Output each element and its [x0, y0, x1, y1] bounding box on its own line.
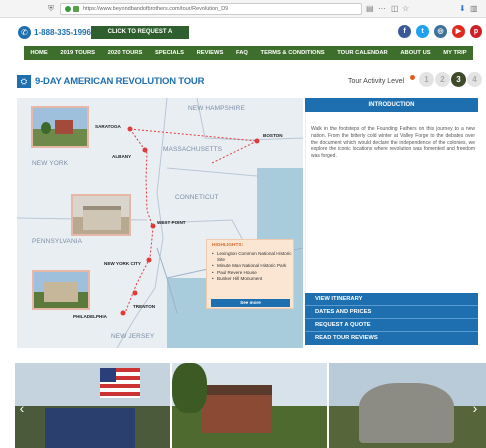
tour-route-map[interactable]: NEW HAMPSHIRE MASSACHUSETTS NEW YORK CON… — [17, 98, 303, 348]
info-icon[interactable] — [65, 6, 71, 12]
state-new-york: NEW YORK — [32, 160, 69, 167]
activity-level-label: Tour Activity Level — [348, 78, 405, 85]
highlights-box: HIGHLIGHTS: Lexington Common National Hi… — [206, 239, 294, 309]
gallery-prev-arrow-icon[interactable]: ‹ — [17, 398, 27, 418]
marker-west-point — [150, 223, 156, 229]
see-more-button[interactable]: See more — [211, 299, 290, 307]
nav-my-trip[interactable]: MY TRIP — [443, 46, 466, 60]
photo-philadelphia[interactable] — [32, 270, 90, 310]
marker-trenton — [132, 290, 138, 296]
request-quote-button[interactable]: REQUEST A QUOTE — [305, 319, 478, 332]
photo-pennsylvania[interactable] — [71, 194, 131, 236]
city-philadelphia: PHILADELPHIA — [73, 314, 107, 319]
bookmark-star-icon[interactable]: ☆ — [402, 3, 409, 15]
gallery-photo-reenactors[interactable] — [15, 363, 170, 448]
gallery-photo-farmhouse[interactable] — [172, 363, 327, 448]
nav-about-us[interactable]: ABOUT US — [400, 46, 430, 60]
nav-specials[interactable]: SPECIALS — [155, 46, 184, 60]
page-title: 9-DAY AMERICAN REVOLUTION TOUR — [35, 76, 205, 87]
activity-level-2: 2 — [435, 72, 450, 87]
highlight-item: Lexington Common National Historic Site — [212, 251, 292, 263]
nav-reviews[interactable]: REVIEWS — [197, 46, 224, 60]
marker-saratoga — [127, 126, 133, 132]
dates-and-prices-button[interactable]: DATES AND PRICES — [305, 306, 478, 319]
url-text: https://www.beyondbandofbrothers.com/tou… — [83, 6, 229, 12]
nav-2019-tours[interactable]: 2019 TOURS — [60, 46, 95, 60]
lock-icon — [73, 6, 79, 12]
phone-number[interactable]: 1-888-335-1996 — [34, 27, 91, 38]
state-new-hampshire: NEW HAMPSHIRE — [188, 105, 245, 112]
pocket-icon[interactable]: ◫ — [391, 3, 399, 15]
nav-home[interactable]: HOME — [30, 46, 47, 60]
nav-faq[interactable]: FAQ — [236, 46, 248, 60]
nav-terms[interactable]: TERMS & CONDITIONS — [261, 46, 325, 60]
facebook-icon[interactable]: f — [398, 25, 411, 38]
highlights-list: Lexington Common National Historic Site … — [212, 251, 292, 282]
reader-icon[interactable]: ▤ — [366, 3, 374, 15]
tour-title-icon: ⛭ — [17, 75, 31, 88]
state-pennsylvania: PENNSYLVANIA — [32, 238, 83, 245]
city-boston: BOSTON — [263, 133, 283, 138]
introduction-text: Walk in the footsteps of the Founding Fa… — [311, 126, 475, 160]
request-brochure-button[interactable]: CLICK TO REQUEST A BROCHURE — [91, 26, 189, 48]
instagram-icon[interactable]: ◎ — [434, 25, 447, 38]
city-new-york-city: NEW YORK CITY — [104, 261, 141, 266]
state-connecticut: CONNETICUT — [175, 194, 219, 201]
shield-icon[interactable]: ⛨ — [48, 3, 54, 15]
city-albany: ALBANY — [112, 154, 132, 159]
info-dot-icon[interactable] — [410, 75, 415, 80]
gallery-next-arrow-icon[interactable]: › — [470, 398, 480, 418]
gallery-photo-monument[interactable] — [329, 363, 486, 448]
activity-level-3: 3 — [451, 72, 466, 87]
library-icon[interactable]: ▥ — [470, 3, 478, 15]
introduction-tab[interactable]: INTRODUCTION — [305, 98, 478, 112]
pinterest-icon[interactable]: p — [470, 25, 482, 38]
read-reviews-button[interactable]: READ TOUR REVIEWS — [305, 332, 478, 345]
activity-level-4: 4 — [467, 72, 482, 87]
photo-new-york[interactable] — [31, 106, 89, 148]
phone-icon: ✆ — [18, 26, 31, 39]
marker-philadelphia — [120, 310, 126, 316]
city-west-point: WEST POINT — [157, 220, 186, 225]
city-trenton: TRENTON — [133, 304, 156, 309]
highlight-item: Bunker Hill Monument — [212, 276, 292, 282]
view-itinerary-button[interactable]: VIEW ITINERARY — [305, 293, 478, 306]
main-nav: HOME 2019 TOURS 2020 TOURS SPECIALS REVI… — [24, 46, 473, 60]
download-icon[interactable]: ⬇ — [459, 3, 466, 15]
twitter-icon[interactable]: t — [416, 25, 429, 38]
youtube-icon[interactable]: ▶ — [452, 25, 465, 38]
state-new-jersey: NEW JERSEY — [111, 333, 155, 340]
highlights-title: HIGHLIGHTS: — [212, 243, 244, 248]
marker-boston — [254, 138, 260, 144]
marker-albany — [142, 147, 148, 153]
nav-2020-tours[interactable]: 2020 TOURS — [108, 46, 143, 60]
more-icon[interactable]: ⋯ — [378, 3, 386, 15]
state-massachusetts: MASSACHUSETTS — [163, 146, 223, 153]
marker-new-york-city — [146, 257, 152, 263]
nav-tour-calendar[interactable]: TOUR CALENDAR — [337, 46, 387, 60]
browser-toolbar: ⛨ https://www.beyondbandofbrothers.com/t… — [0, 0, 486, 18]
address-bar[interactable]: https://www.beyondbandofbrothers.com/tou… — [60, 3, 362, 15]
activity-level-1: 1 — [419, 72, 434, 87]
city-saratoga: SARATOGA — [95, 124, 121, 129]
